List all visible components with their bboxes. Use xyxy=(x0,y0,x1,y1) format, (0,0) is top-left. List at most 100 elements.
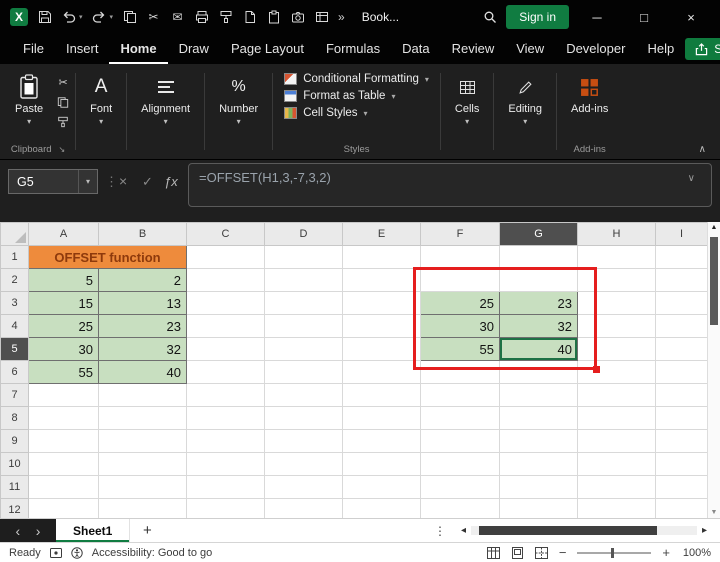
cell-I4[interactable] xyxy=(656,315,708,338)
cell-D2[interactable] xyxy=(265,269,343,292)
alignment-button[interactable]: Alignment ▾ xyxy=(130,64,201,126)
undo-button[interactable] xyxy=(61,10,76,25)
confirm-entry-icon[interactable]: ✓ xyxy=(142,174,153,190)
cell-I8[interactable] xyxy=(656,407,708,430)
cell-B7[interactable] xyxy=(99,384,187,407)
cancel-entry-icon[interactable]: × xyxy=(119,173,127,189)
column-header-I[interactable]: I xyxy=(656,223,708,246)
cell-F3[interactable]: 25 xyxy=(421,292,500,315)
cell-E11[interactable] xyxy=(343,476,421,499)
scroll-down-icon[interactable]: ▼ xyxy=(708,509,720,516)
formula-bar-collapse-icon[interactable]: ∨ xyxy=(688,173,695,184)
row-header-9[interactable]: 9 xyxy=(1,430,29,453)
cell-H3[interactable] xyxy=(578,292,656,315)
cell-B9[interactable] xyxy=(99,430,187,453)
name-box-dropdown-icon[interactable]: ▾ xyxy=(78,170,97,193)
menu-tab-insert[interactable]: Insert xyxy=(55,34,110,64)
minimize-button[interactable]: ─ xyxy=(578,10,616,25)
cell-H4[interactable] xyxy=(578,315,656,338)
row-header-6[interactable]: 6 xyxy=(1,361,29,384)
cell-B10[interactable] xyxy=(99,453,187,476)
font-button[interactable]: A Font ▾ xyxy=(79,64,123,126)
cell-F2[interactable] xyxy=(421,269,500,292)
cell-A11[interactable] xyxy=(29,476,99,499)
collapse-ribbon-icon[interactable]: ∧ xyxy=(699,144,706,155)
cell-H8[interactable] xyxy=(578,407,656,430)
vertical-scroll-thumb[interactable] xyxy=(710,237,718,325)
cell-B4[interactable]: 23 xyxy=(99,315,187,338)
clipboard-dialog-launcher-icon[interactable]: ↘ xyxy=(59,145,66,154)
menu-tab-draw[interactable]: Draw xyxy=(168,34,220,64)
cell-C1[interactable] xyxy=(187,246,265,269)
cell-F8[interactable] xyxy=(421,407,500,430)
cell-C6[interactable] xyxy=(187,361,265,384)
cell-I1[interactable] xyxy=(656,246,708,269)
column-header-D[interactable]: D xyxy=(265,223,343,246)
cell-G11[interactable] xyxy=(500,476,578,499)
page-break-view-icon[interactable] xyxy=(535,547,548,559)
insert-function-icon[interactable]: ƒx xyxy=(164,174,178,189)
cell-B6[interactable]: 40 xyxy=(99,361,187,384)
cell-B12[interactable] xyxy=(99,499,187,519)
cell-G3[interactable]: 23 xyxy=(500,292,578,315)
cell-A10[interactable] xyxy=(29,453,99,476)
cell-A12[interactable] xyxy=(29,499,99,519)
cell-H6[interactable] xyxy=(578,361,656,384)
cell-A1[interactable]: OFFSET function xyxy=(29,246,187,269)
row-header-7[interactable]: 7 xyxy=(1,384,29,407)
row-header-11[interactable]: 11 xyxy=(1,476,29,499)
row-header-8[interactable]: 8 xyxy=(1,407,29,430)
cell-A3[interactable]: 15 xyxy=(29,292,99,315)
paste-button[interactable]: Paste ▾ xyxy=(4,64,54,142)
column-header-A[interactable]: A xyxy=(29,223,99,246)
number-button[interactable]: % Number ▾ xyxy=(208,64,269,126)
menu-tab-file[interactable]: File xyxy=(12,34,55,64)
cell-G7[interactable] xyxy=(500,384,578,407)
cell-E3[interactable] xyxy=(343,292,421,315)
cell-D7[interactable] xyxy=(265,384,343,407)
cell-D5[interactable] xyxy=(265,338,343,361)
cell-E6[interactable] xyxy=(343,361,421,384)
cell-G2[interactable] xyxy=(500,269,578,292)
cell-C9[interactable] xyxy=(187,430,265,453)
email-icon[interactable]: ✉ xyxy=(170,10,185,25)
column-header-F[interactable]: F xyxy=(421,223,500,246)
cell-F11[interactable] xyxy=(421,476,500,499)
undo-dropdown-icon[interactable]: ▾ xyxy=(79,13,83,21)
format-painter-icon[interactable] xyxy=(218,10,233,25)
row-header-4[interactable]: 4 xyxy=(1,315,29,338)
cell-H2[interactable] xyxy=(578,269,656,292)
column-header-H[interactable]: H xyxy=(578,223,656,246)
cell-I6[interactable] xyxy=(656,361,708,384)
cell-D10[interactable] xyxy=(265,453,343,476)
cell-A9[interactable] xyxy=(29,430,99,453)
cell-C5[interactable] xyxy=(187,338,265,361)
cell-I9[interactable] xyxy=(656,430,708,453)
cut-icon[interactable]: ✂ xyxy=(146,10,161,25)
cell-C4[interactable] xyxy=(187,315,265,338)
row-header-1[interactable]: 1 xyxy=(1,246,29,269)
cell-D9[interactable] xyxy=(265,430,343,453)
menu-tab-formulas[interactable]: Formulas xyxy=(315,34,391,64)
cell-C3[interactable] xyxy=(187,292,265,315)
cell-G4[interactable]: 32 xyxy=(500,315,578,338)
cell-I11[interactable] xyxy=(656,476,708,499)
cell-A8[interactable] xyxy=(29,407,99,430)
cell-I2[interactable] xyxy=(656,269,708,292)
column-header-G[interactable]: G xyxy=(500,223,578,246)
cell-F1[interactable] xyxy=(421,246,500,269)
cell-I7[interactable] xyxy=(656,384,708,407)
name-box[interactable]: G5 ▾ xyxy=(8,169,98,194)
cell-F5[interactable]: 55 xyxy=(421,338,500,361)
cut-button[interactable]: ✂ xyxy=(54,76,72,89)
cell-F10[interactable] xyxy=(421,453,500,476)
macro-record-icon[interactable] xyxy=(50,548,62,558)
cell-A4[interactable]: 25 xyxy=(29,315,99,338)
format-painter-button[interactable] xyxy=(54,116,72,128)
zoom-slider[interactable] xyxy=(577,552,651,554)
sheet-options-icon[interactable]: ⋮ xyxy=(424,519,456,542)
editing-button[interactable]: Editing ▾ xyxy=(497,64,553,126)
row-header-5[interactable]: 5 xyxy=(1,338,29,361)
menu-tab-view[interactable]: View xyxy=(505,34,555,64)
search-icon[interactable] xyxy=(482,10,497,25)
